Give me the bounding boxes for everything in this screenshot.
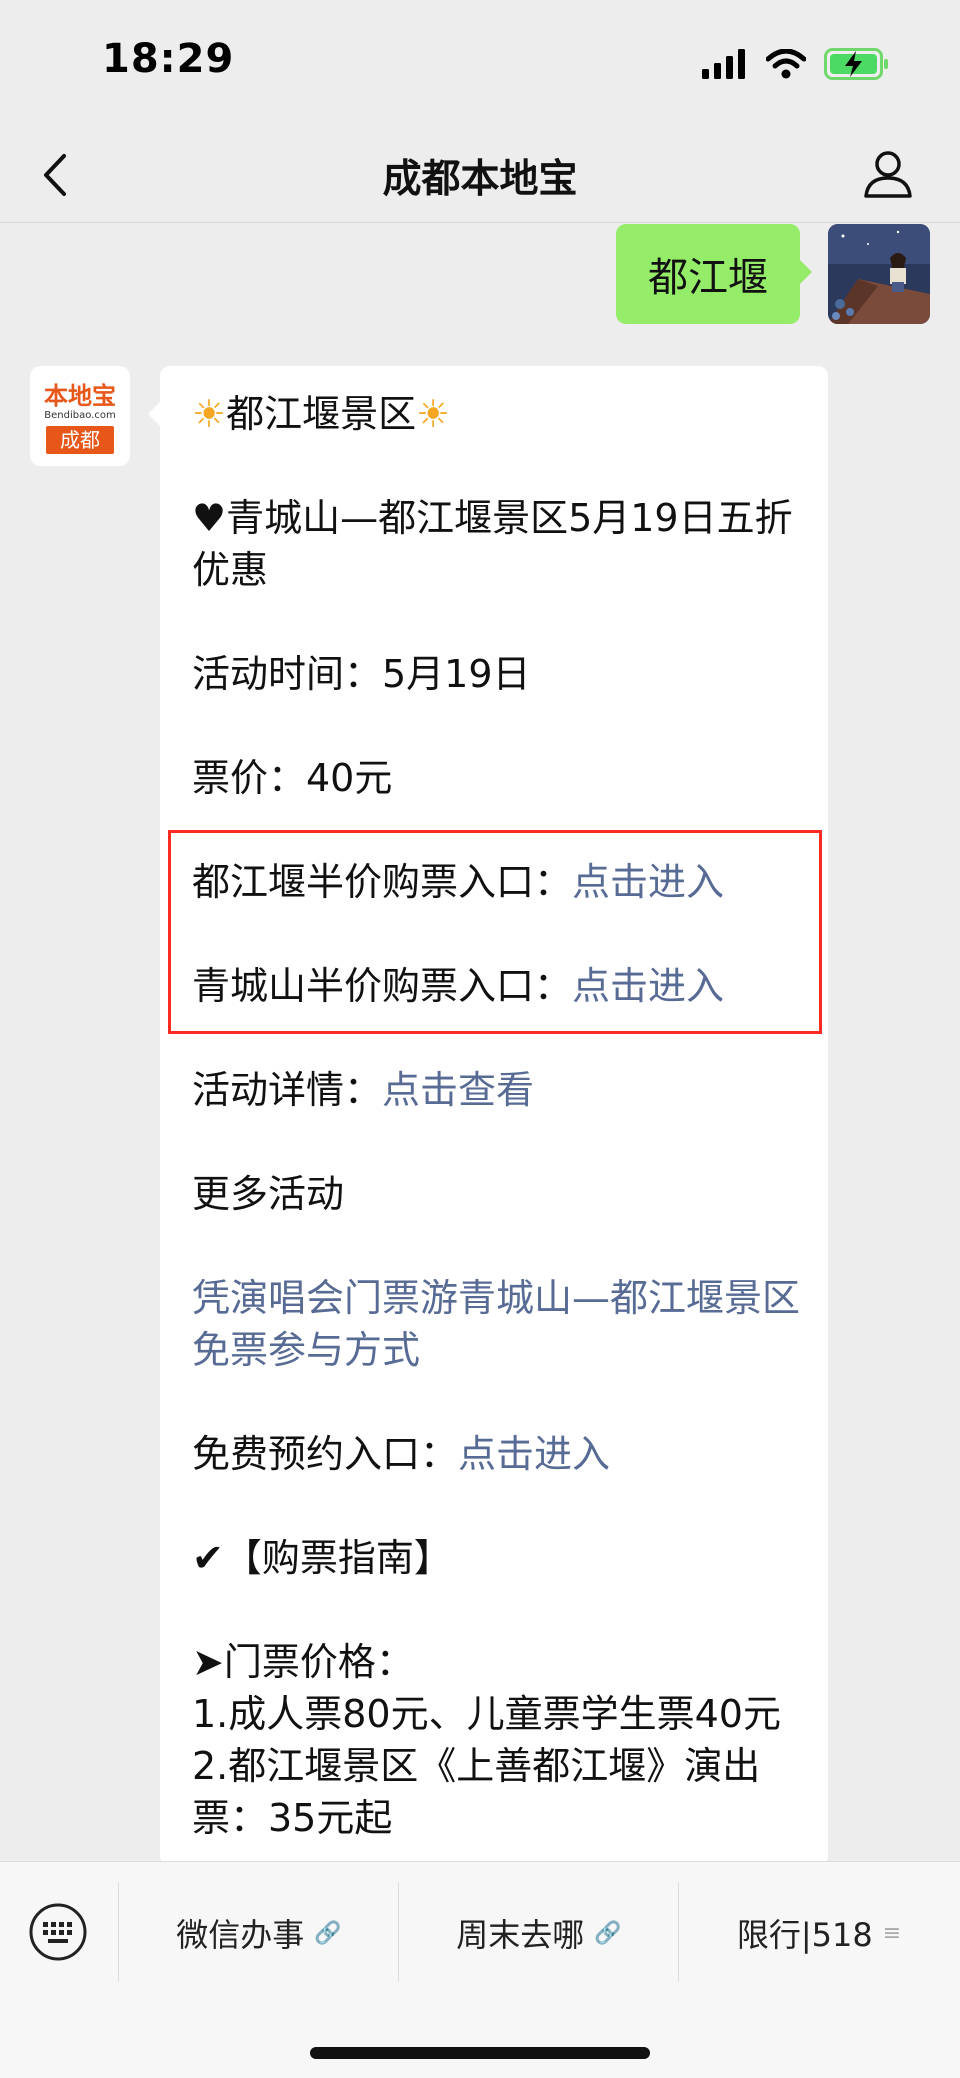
battery-charging-icon bbox=[824, 48, 888, 80]
free-entry: 免费预约入口：点击进入 bbox=[192, 1428, 802, 1480]
menu-item-label: 限行|518 bbox=[736, 1916, 873, 1954]
nav-bar: 成都本地宝 bbox=[0, 130, 960, 223]
user-message-bubble[interactable]: 都江堰 bbox=[616, 224, 812, 324]
logo-city: 成都 bbox=[46, 426, 114, 454]
activity-time: 活动时间：5月19日 bbox=[192, 652, 531, 696]
menu-divider bbox=[678, 1882, 679, 1982]
bottom-menu-bar: 微信办事 🔗 周末去哪 🔗 限行|518 ≡ bbox=[0, 1861, 960, 2078]
sun-icon: ☀ bbox=[416, 392, 451, 436]
wifi-icon bbox=[766, 49, 806, 79]
menu-item-weekend[interactable]: 周末去哪 🔗 bbox=[400, 1898, 678, 1968]
profile-icon[interactable] bbox=[860, 146, 916, 202]
menu-item-label: 周末去哪 bbox=[456, 1916, 585, 1954]
cellular-signal-icon bbox=[702, 49, 745, 79]
price-line-2: 2.都江堰景区《上善都江堰》演出票：35元起 bbox=[192, 1744, 761, 1840]
bendibao-logo-avatar[interactable]: 本地宝 Bendibao.com 成都 bbox=[30, 366, 130, 466]
user-message-text: 都江堰 bbox=[648, 255, 768, 301]
card-title-line: ☀都江堰景区☀ bbox=[192, 388, 802, 440]
concert-link[interactable]: 凭演唱会门票游青城山—都江堰景区免票参与方式 bbox=[192, 1272, 802, 1376]
user-avatar-image bbox=[828, 224, 930, 324]
menu-lines-icon: ≡ bbox=[882, 1920, 902, 1946]
ticket-price-heading: ➤门票价格： bbox=[192, 1640, 414, 1684]
price-line-1: 1.成人票80元、儿童票学生票40元 bbox=[192, 1692, 781, 1736]
page-title: 成都本地宝 bbox=[382, 157, 578, 202]
sun-icon: ☀ bbox=[192, 392, 227, 436]
link-icon: 🔗 bbox=[314, 1920, 342, 1946]
link-icon: 🔗 bbox=[594, 1920, 622, 1946]
guide-heading: ✔【购票指南】 bbox=[192, 1536, 452, 1580]
home-indicator[interactable] bbox=[310, 2047, 650, 2059]
free-label: 免费预约入口： bbox=[192, 1432, 459, 1476]
menu-divider bbox=[398, 1882, 399, 1982]
status-icons bbox=[702, 44, 890, 84]
logo-text: 本地宝 bbox=[44, 381, 116, 410]
message-content: ☀都江堰景区☀ ♥青城山—都江堰景区5月19日五折优惠 活动时间：5月19日 票… bbox=[192, 388, 802, 1844]
details-entry: 活动详情：点击查看 bbox=[192, 1064, 802, 1116]
menu-item-label: 微信办事 bbox=[176, 1916, 305, 1954]
ticket-price: 票价：40元 bbox=[192, 756, 393, 800]
logo-domain: Bendibao.com bbox=[44, 410, 116, 421]
card-title: 都江堰景区 bbox=[226, 392, 417, 436]
keyboard-icon[interactable] bbox=[28, 1902, 88, 1962]
status-time: 18:29 bbox=[102, 36, 235, 82]
user-avatar[interactable] bbox=[828, 224, 930, 324]
free-link[interactable]: 点击进入 bbox=[458, 1432, 610, 1476]
details-link[interactable]: 点击查看 bbox=[382, 1068, 534, 1112]
highlight-box bbox=[168, 830, 822, 1034]
more-activities: 更多活动 bbox=[192, 1172, 345, 1216]
menu-item-wechat-service[interactable]: 微信办事 🔗 bbox=[120, 1898, 398, 1968]
menu-divider bbox=[118, 1882, 119, 1982]
status-bar: 18:29 bbox=[0, 0, 960, 130]
details-label: 活动详情： bbox=[192, 1068, 383, 1112]
bot-message-card: ☀都江堰景区☀ ♥青城山—都江堰景区5月19日五折优惠 活动时间：5月19日 票… bbox=[148, 366, 828, 1866]
menu-item-traffic-limit[interactable]: 限行|518 ≡ bbox=[680, 1898, 958, 1968]
headline: ♥青城山—都江堰景区5月19日五折优惠 bbox=[192, 496, 793, 592]
